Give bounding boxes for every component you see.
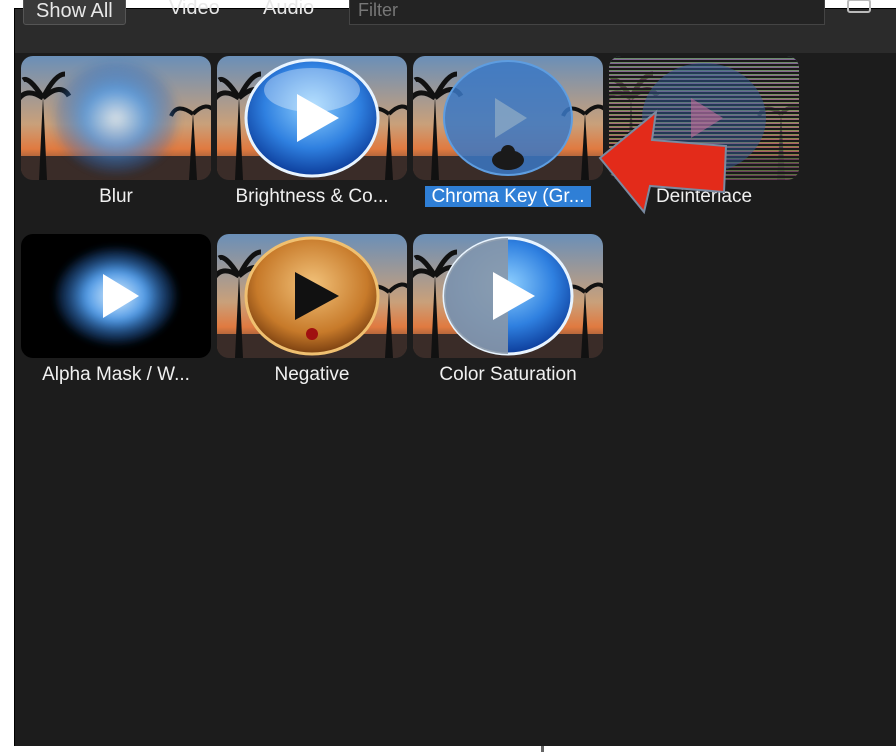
video-filter-tab[interactable]: Video [169, 0, 220, 20]
effect-tile-alpha-mask[interactable]: Alpha Mask / W... [21, 234, 211, 404]
effect-label-negative: Negative [274, 364, 350, 385]
effect-tile-brightness[interactable]: Brightness & Co... [217, 56, 407, 226]
red-arrow-icon [598, 109, 728, 215]
negative-thumbnail [217, 234, 407, 358]
show-all-button[interactable]: Show All [23, 0, 126, 25]
blur-play-icon [21, 56, 211, 180]
audio-filter-tab[interactable]: Audio [263, 0, 314, 20]
filter-input[interactable]: Filter [349, 0, 825, 25]
play-icon [217, 56, 407, 180]
saturation-thumbnail [413, 234, 603, 358]
effect-label-blur: Blur [99, 186, 133, 207]
effect-tile-blur[interactable]: Blur [21, 56, 211, 226]
resize-grip [541, 746, 544, 752]
chroma-key-thumbnail [413, 56, 603, 180]
saturation-icon [413, 234, 603, 358]
effect-label-chroma-key: Chroma Key (Gr... [413, 186, 603, 208]
effect-tile-negative[interactable]: Negative [217, 234, 407, 404]
alpha-mask-icon [21, 234, 211, 358]
chroma-key-icon [413, 56, 603, 180]
effects-toolbar: Show All Video Audio Filter [15, 0, 896, 53]
brightness-thumbnail [217, 56, 407, 180]
effects-panel: Show All Video Audio Filter Blur Brightn… [14, 0, 896, 752]
effect-label-alpha-mask: Alpha Mask / W... [42, 364, 190, 385]
effect-label-color-saturation: Color Saturation [439, 364, 577, 385]
alpha-mask-thumbnail [21, 234, 211, 358]
clear-filter-icon[interactable] [847, 0, 871, 15]
effect-tile-color-saturation[interactable]: Color Saturation [413, 234, 603, 404]
blur-thumbnail [21, 56, 211, 180]
negative-icon [217, 234, 407, 358]
effect-tile-chroma-key[interactable]: Chroma Key (Gr... [413, 56, 603, 226]
effect-label-brightness: Brightness & Co... [235, 186, 389, 207]
chroma-key-label-text: Chroma Key (Gr... [425, 186, 591, 207]
